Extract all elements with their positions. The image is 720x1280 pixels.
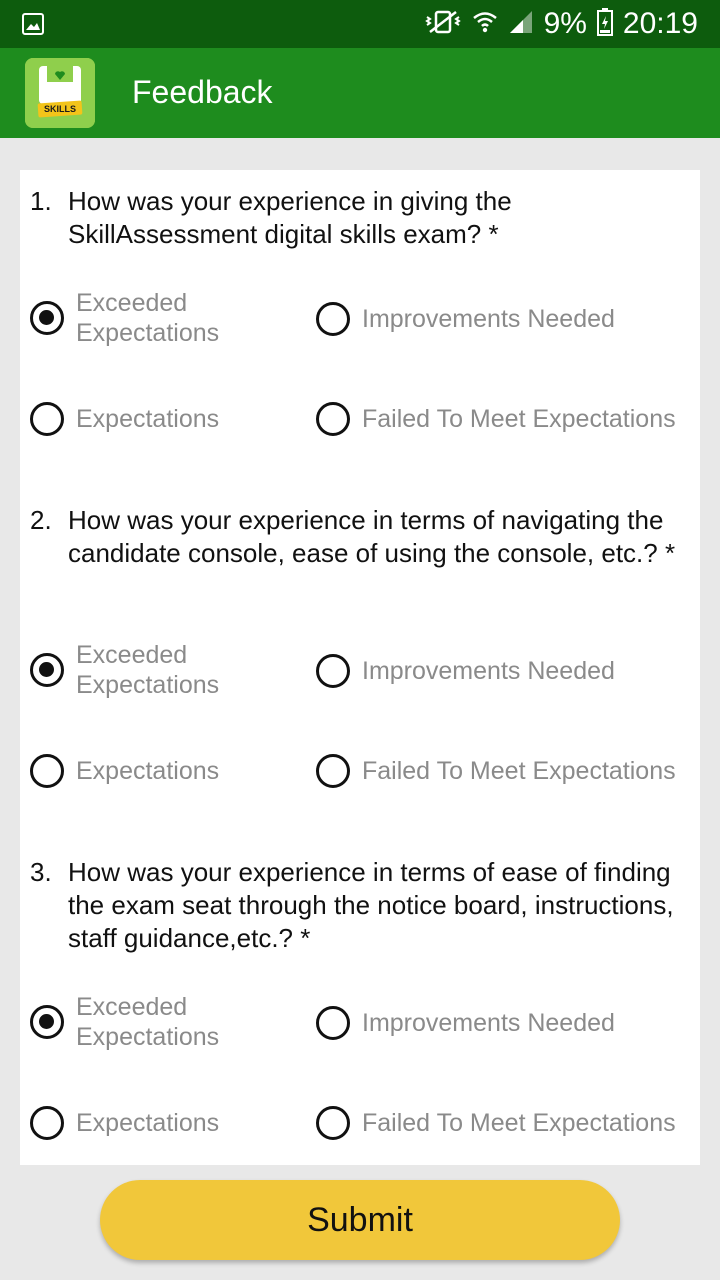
radio-button[interactable]: [316, 754, 350, 788]
app-logo: SKILLS: [25, 58, 95, 128]
option-expectations[interactable]: Expectations: [30, 754, 219, 788]
option-label: Exceeded Expectations: [76, 289, 220, 347]
radio-button-checked[interactable]: [30, 1005, 64, 1039]
radio-button[interactable]: [30, 754, 64, 788]
radio-button[interactable]: [316, 654, 350, 688]
radio-button-checked[interactable]: [30, 301, 64, 335]
radio-button-checked[interactable]: [30, 653, 64, 687]
status-bar: 9% 20:19: [0, 0, 720, 48]
battery-percent: 9%: [543, 7, 587, 40]
option-exceeded-expectations[interactable]: Exceeded Expectations: [30, 992, 246, 1052]
option-label: Expectations: [76, 405, 220, 433]
radio-button[interactable]: [30, 1106, 64, 1140]
question-text: How was your experience in terms of navi…: [68, 505, 676, 568]
app-bar: SKILLS Feedback: [0, 48, 720, 138]
option-expectations[interactable]: Expectations: [30, 402, 219, 436]
option-failed-to-meet-expectations[interactable]: Failed To Meet Expectations: [316, 754, 676, 788]
feedback-form: 1. How was your experience in giving the…: [20, 170, 700, 1165]
option-label: Exceeded Expectations: [76, 993, 220, 1051]
gallery-icon: [22, 13, 44, 40]
radio-button[interactable]: [316, 1006, 350, 1040]
submit-button[interactable]: Submit: [100, 1180, 620, 1260]
question-text: How was your experience in giving the Sk…: [68, 186, 512, 249]
battery-icon: [596, 7, 613, 41]
question-number: 2.: [30, 505, 52, 535]
option-label: Improvements Needed: [362, 657, 615, 685]
option-label: Expectations: [76, 1109, 220, 1137]
option-label: Improvements Needed: [362, 1009, 615, 1037]
option-label: Expectations: [76, 757, 220, 785]
option-failed-to-meet-expectations[interactable]: Failed To Meet Expectations: [316, 402, 676, 436]
svg-text:SKILLS: SKILLS: [44, 104, 76, 114]
option-improvements-needed[interactable]: Improvements Needed: [316, 654, 615, 688]
radio-button[interactable]: [316, 402, 350, 436]
question-text: How was your experience in terms of ease…: [68, 857, 674, 953]
status-icons: 9% 20:19: [424, 0, 698, 48]
option-expectations[interactable]: Expectations: [30, 1106, 219, 1140]
clock: 20:19: [622, 7, 698, 40]
radio-button[interactable]: [316, 302, 350, 336]
signal-icon: [508, 9, 534, 40]
option-label: Failed To Meet Expectations: [362, 405, 676, 433]
radio-button[interactable]: [316, 1106, 350, 1140]
option-failed-to-meet-expectations[interactable]: Failed To Meet Expectations: [316, 1106, 676, 1140]
mute-vibrate-icon: [424, 9, 462, 40]
question-2: 2. How was your experience in terms of n…: [30, 504, 680, 570]
option-label: Failed To Meet Expectations: [362, 1109, 676, 1137]
question-number: 3.: [30, 857, 52, 887]
option-label: Improvements Needed: [362, 305, 615, 333]
option-exceeded-expectations[interactable]: Exceeded Expectations: [30, 288, 246, 348]
option-label: Exceeded Expectations: [76, 641, 220, 699]
wifi-icon: [472, 9, 498, 40]
question-1: 1. How was your experience in giving the…: [30, 185, 680, 251]
page-title: Feedback: [132, 74, 273, 110]
option-label: Failed To Meet Expectations: [362, 757, 676, 785]
option-improvements-needed[interactable]: Improvements Needed: [316, 1006, 615, 1040]
question-3: 3. How was your experience in terms of e…: [30, 856, 680, 955]
radio-button[interactable]: [30, 402, 64, 436]
option-improvements-needed[interactable]: Improvements Needed: [316, 302, 615, 336]
option-exceeded-expectations[interactable]: Exceeded Expectations: [30, 640, 246, 700]
question-number: 1.: [30, 186, 52, 216]
